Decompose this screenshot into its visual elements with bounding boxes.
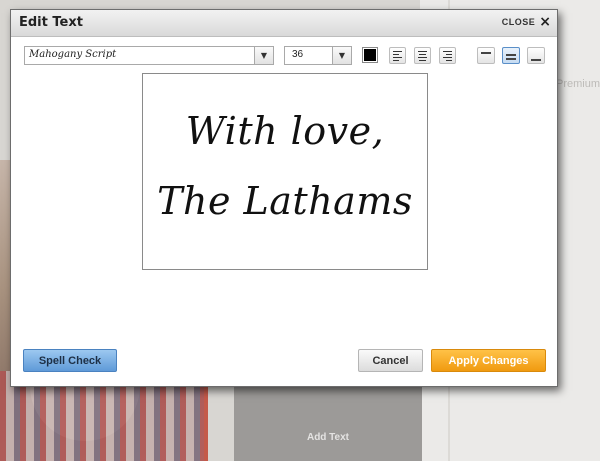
spell-check-button[interactable]: Spell Check xyxy=(23,349,117,372)
dialog-header: Edit Text CLOSE × xyxy=(11,10,557,37)
edit-text-dialog: Edit Text CLOSE × Mahogany Script ▼ 36 ▼ xyxy=(10,9,558,387)
dialog-title: Edit Text xyxy=(19,15,83,30)
close-label[interactable]: CLOSE xyxy=(502,17,536,27)
valign-top-button[interactable] xyxy=(477,47,495,64)
valign-middle-button[interactable] xyxy=(502,47,520,64)
background-add-text-label: Add Text xyxy=(306,432,350,443)
valign-middle-icon xyxy=(506,54,516,56)
chevron-down-icon[interactable]: ▼ xyxy=(254,47,273,64)
canvas-text-line-1[interactable]: With love, xyxy=(143,109,427,153)
text-color-fill xyxy=(364,49,376,61)
cancel-button[interactable]: Cancel xyxy=(358,349,423,372)
font-size-value: 36 xyxy=(292,49,304,60)
font-family-select[interactable]: Mahogany Script ▼ xyxy=(24,46,274,65)
valign-bottom-icon xyxy=(531,59,541,61)
text-preview-canvas[interactable]: With love, The Lathams xyxy=(142,73,428,270)
background-red-strip xyxy=(204,385,208,461)
canvas-text-line-2[interactable]: The Lathams xyxy=(143,179,427,223)
valign-top-icon xyxy=(481,52,491,54)
apply-changes-button[interactable]: Apply Changes xyxy=(431,349,546,372)
close-icon[interactable]: × xyxy=(539,15,551,29)
close-button[interactable]: CLOSE × xyxy=(502,14,551,30)
align-left-button[interactable] xyxy=(389,47,406,64)
text-color-swatch[interactable] xyxy=(362,47,378,63)
font-family-value: Mahogany Script xyxy=(29,49,117,60)
align-right-button[interactable] xyxy=(439,47,456,64)
background-add-text-card xyxy=(234,380,422,461)
align-center-button[interactable] xyxy=(414,47,431,64)
font-size-select[interactable]: 36 ▼ xyxy=(284,46,352,65)
valign-bottom-button[interactable] xyxy=(527,47,545,64)
chevron-down-icon[interactable]: ▼ xyxy=(332,47,351,64)
background-premium-label: Premium xyxy=(555,78,600,90)
